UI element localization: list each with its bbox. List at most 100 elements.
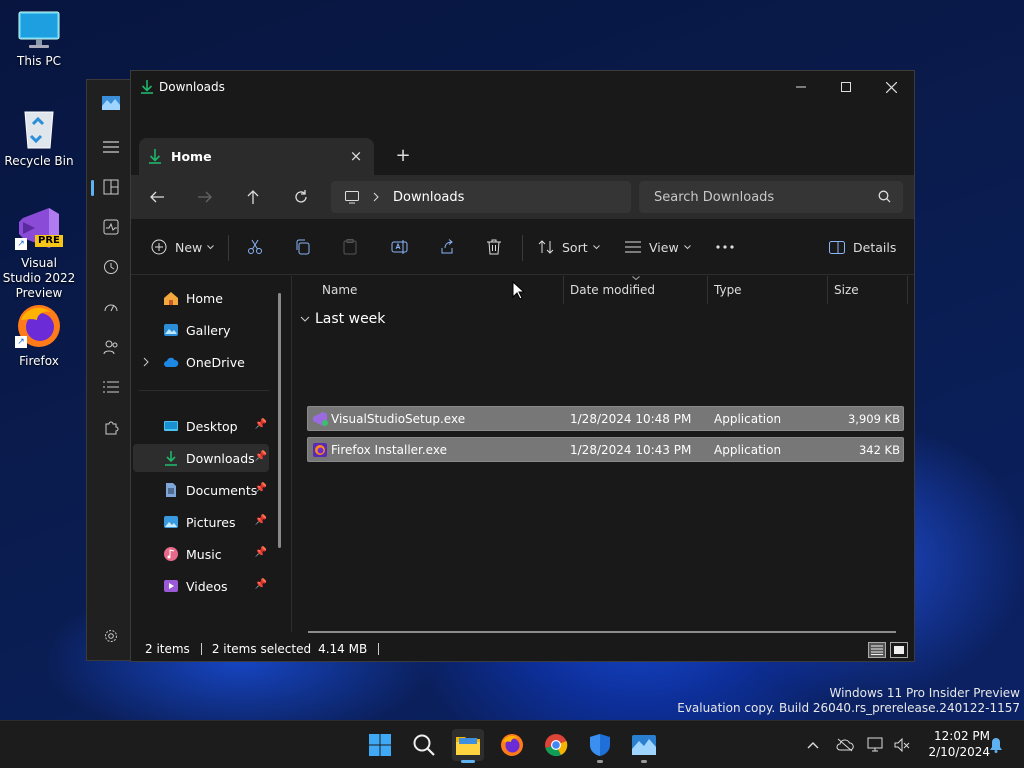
file-list: Name Date modified Type Size Last week V… [291,276,914,632]
running-indicator [597,760,603,763]
nav-pane-scrollbar[interactable] [278,293,281,548]
nav-label: Downloads [186,450,255,466]
desktop-icon-visual-studio[interactable]: PRE ↗ Visual Studio 2022 Preview [0,204,78,301]
firefox-installer-icon [313,443,327,457]
network-tray-icon[interactable] [866,735,886,755]
cloud-icon [164,357,179,367]
pin-icon[interactable]: 📌 [255,483,267,494]
column-header-size[interactable]: Size [828,276,908,304]
breadcrumb-downloads[interactable]: Downloads [393,190,464,205]
large-icons-view-button[interactable] [890,642,908,658]
more-options-button[interactable] [716,235,734,259]
taskbar-security[interactable] [584,729,616,763]
chevron-right-icon[interactable] [373,192,379,202]
extensions-icon[interactable] [101,417,121,437]
close-window-button[interactable] [868,71,914,103]
desktop-icon-recycle-bin[interactable]: Recycle Bin [0,106,78,169]
title-bar[interactable]: Downloads [131,71,914,103]
gauge-icon[interactable] [101,297,121,317]
show-hidden-icons-button[interactable] [803,735,823,755]
tab-home[interactable]: Home × [139,138,374,175]
copy-button[interactable] [295,235,311,259]
volume-tray-icon[interactable] [892,735,912,755]
forward-button[interactable] [193,185,217,209]
mouse-cursor-icon [512,281,524,300]
pin-icon[interactable]: 📌 [255,419,267,430]
horizontal-scrollbar[interactable] [308,631,896,633]
table-row[interactable]: VisualStudioSetup.exe 1/28/2024 10:48 PM… [307,406,904,431]
nav-item-documents[interactable]: Documents 📌 [133,476,269,504]
shortcut-arrow-icon: ↗ [15,238,27,250]
taskbar-search-button[interactable] [408,729,440,761]
expand-chevron-icon[interactable] [143,357,149,367]
clock[interactable]: 12:02 PM 2/10/2024 [920,728,990,760]
monitor-icon [345,190,359,203]
column-label: Date modified [570,283,656,297]
desktop-icon-firefox[interactable]: ↗ Firefox [0,302,78,369]
shortcut-arrow-icon: ↗ [15,336,27,348]
back-button[interactable] [145,185,169,209]
minimize-button[interactable] [778,71,824,103]
settings-gear-icon[interactable] [101,626,121,646]
navigation-bar: Downloads [131,175,914,219]
nav-item-videos[interactable]: Videos 📌 [133,572,269,600]
delete-button[interactable] [487,235,501,259]
history-icon[interactable] [101,257,121,277]
search-box[interactable] [639,181,903,213]
nav-item-onedrive[interactable]: OneDrive [133,348,269,376]
start-button[interactable] [364,729,396,761]
nav-item-pictures[interactable]: Pictures 📌 [133,508,269,536]
selected-indicator [91,180,94,196]
maximize-button[interactable] [823,71,869,103]
people-icon[interactable] [101,337,121,357]
dashboard-icon[interactable] [101,177,121,197]
details-view-button[interactable] [868,642,886,658]
onedrive-tray-icon[interactable] [835,735,855,755]
hamburger-menu-icon[interactable] [101,137,121,157]
taskbar-chrome[interactable] [540,729,572,761]
list-icon[interactable] [101,377,121,397]
view-button[interactable]: View [625,235,691,259]
share-button[interactable] [439,235,455,259]
details-pane-button[interactable]: Details [829,235,896,259]
new-tab-button[interactable]: + [391,143,415,167]
file-explorer-window[interactable]: Downloads Home × + Downloads Search Down… [130,70,915,662]
sort-button[interactable]: Sort [538,235,600,259]
pin-icon[interactable]: 📌 [255,579,267,590]
activity-icon[interactable] [101,217,121,237]
new-label: New [175,239,203,255]
nav-item-music[interactable]: Music 📌 [133,540,269,568]
desktop-icon-this-pc[interactable]: This PC [0,10,78,69]
close-tab-button[interactable]: × [348,147,364,165]
taskbar-file-explorer[interactable] [452,729,484,763]
taskbar-firefox[interactable] [496,729,528,761]
search-input[interactable] [654,189,864,205]
address-bar[interactable]: Downloads [331,181,631,213]
nav-item-home[interactable]: Home [133,284,269,312]
paste-button[interactable] [343,235,357,259]
notification-button[interactable] [986,735,1006,755]
background-window[interactable] [86,79,136,661]
trash-icon [487,239,501,255]
nav-item-desktop[interactable]: Desktop 📌 [133,412,269,440]
column-header-date[interactable]: Date modified [564,276,708,304]
pin-icon[interactable]: 📌 [255,515,267,526]
separator [522,235,523,261]
group-header-last-week[interactable]: Last week [300,311,385,327]
desktop-folder-icon [164,421,178,431]
column-header-type[interactable]: Type [708,276,828,304]
nav-item-gallery[interactable]: Gallery [133,316,269,344]
sort-icon [538,240,554,254]
nav-item-downloads[interactable]: Downloads 📌 [133,444,269,472]
taskbar-dev-home[interactable] [628,729,660,763]
up-button[interactable] [241,185,265,209]
new-button[interactable]: New [151,235,215,259]
large-icons-view-icon [894,646,904,654]
pin-icon[interactable]: 📌 [255,547,267,558]
table-row[interactable]: Firefox Installer.exe 1/28/2024 10:43 PM… [307,437,904,462]
pin-icon[interactable]: 📌 [255,451,267,462]
refresh-button[interactable] [289,185,313,209]
file-date: 1/28/2024 10:43 PM [570,443,692,457]
rename-button[interactable] [391,235,408,259]
cut-button[interactable] [247,235,263,259]
